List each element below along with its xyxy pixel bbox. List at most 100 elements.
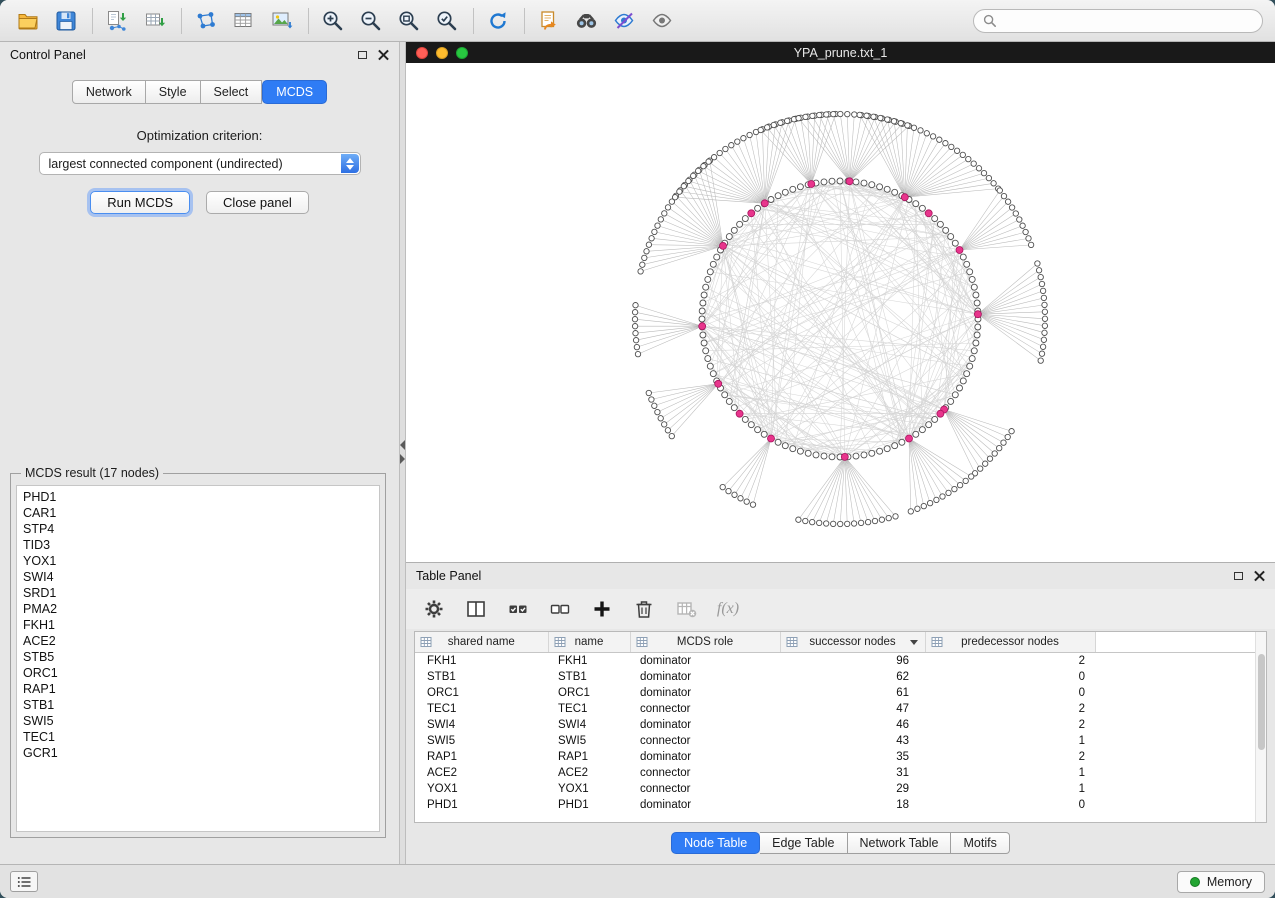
close-panel-icon[interactable]	[1254, 571, 1265, 582]
panel-splitter[interactable]	[399, 42, 406, 864]
criterion-dropdown[interactable]: largest connected component (undirected)	[39, 152, 361, 175]
network-canvas[interactable]	[406, 63, 1275, 562]
column-header-filler	[1095, 632, 1255, 653]
delete-table-icon	[675, 598, 697, 620]
run-mcds-button[interactable]: Run MCDS	[90, 191, 190, 214]
zoom-selected-button[interactable]	[431, 5, 463, 37]
table-row[interactable]: TEC1TEC1connector472	[415, 701, 1255, 717]
column-header-mcds-role[interactable]: MCDS role	[630, 632, 780, 653]
table-row[interactable]: RAP1RAP1dominator352	[415, 749, 1255, 765]
collapse-left-icon[interactable]	[400, 440, 405, 450]
status-menu-button[interactable]	[10, 871, 38, 892]
tab-edge-table[interactable]: Edge Table	[760, 832, 847, 854]
mcds-result-item[interactable]: ORC1	[23, 665, 373, 681]
table-row[interactable]: SWI5SWI5connector431	[415, 733, 1255, 749]
show-graphics-details-button[interactable]	[609, 5, 641, 37]
new-network-button[interactable]	[190, 5, 222, 37]
delete-column-button[interactable]	[632, 597, 656, 621]
table-row[interactable]: YOX1YOX1connector291	[415, 781, 1255, 797]
table-row[interactable]: FKH1FKH1dominator962	[415, 653, 1255, 669]
mcds-result-item[interactable]: FKH1	[23, 617, 373, 633]
memory-button[interactable]: Memory	[1177, 871, 1265, 893]
import-table-button[interactable]	[139, 5, 171, 37]
zoom-fit-button[interactable]	[393, 5, 425, 37]
mcds-result-item[interactable]: STB1	[23, 697, 373, 713]
hide-graphics-details-button[interactable]	[647, 5, 679, 37]
maximize-window-icon[interactable]	[456, 47, 468, 59]
add-column-button[interactable]	[590, 597, 614, 621]
mcds-result-item[interactable]: PMA2	[23, 601, 373, 617]
mcds-result-item[interactable]: STB5	[23, 649, 373, 665]
close-panel-icon[interactable]	[378, 50, 389, 61]
tab-mcds[interactable]: MCDS	[262, 80, 327, 104]
criterion-dropdown-value: largest connected component (undirected)	[49, 157, 283, 171]
search-input[interactable]	[1003, 14, 1253, 28]
column-header-shared-name[interactable]: shared name	[415, 632, 548, 653]
minimize-window-icon[interactable]	[436, 47, 448, 59]
refresh-icon	[486, 9, 510, 33]
mcds-result-item[interactable]: ACE2	[23, 633, 373, 649]
sort-descending-icon[interactable]	[910, 640, 918, 645]
zoom-fit-icon	[397, 9, 421, 33]
mcds-result-item[interactable]: PHD1	[23, 489, 373, 505]
tab-select[interactable]: Select	[201, 80, 263, 104]
refresh-view-button[interactable]	[482, 5, 514, 37]
scrollbar-thumb[interactable]	[1258, 654, 1265, 750]
table-row[interactable]: STB1STB1dominator620	[415, 669, 1255, 685]
network-view-window: YPA_prune.txt_1	[406, 42, 1275, 562]
show-columns-button[interactable]	[464, 597, 488, 621]
table-row[interactable]: SWI4SWI4dominator462	[415, 717, 1255, 733]
column-header-name[interactable]: name	[548, 632, 630, 653]
zoom-in-button[interactable]	[317, 5, 349, 37]
open-folder-icon	[16, 9, 40, 33]
tab-node-table[interactable]: Node Table	[671, 832, 760, 854]
mcds-result-item[interactable]: STP4	[23, 521, 373, 537]
table-row[interactable]: PHD1PHD1dominator180	[415, 797, 1255, 813]
mcds-result-item[interactable]: SWI4	[23, 569, 373, 585]
column-header-successor-nodes[interactable]: successor nodes	[780, 632, 925, 653]
float-window-icon[interactable]	[358, 51, 367, 59]
tab-network-table[interactable]: Network Table	[848, 832, 952, 854]
mcds-result-item[interactable]: TEC1	[23, 729, 373, 745]
collapse-right-icon[interactable]	[400, 454, 405, 464]
select-all-button[interactable]	[506, 597, 530, 621]
import-network-button[interactable]	[101, 5, 133, 37]
mcds-result-item[interactable]: YOX1	[23, 553, 373, 569]
mcds-result-item[interactable]: GCR1	[23, 745, 373, 761]
mcds-result-item[interactable]: SRD1	[23, 585, 373, 601]
main-toolbar	[0, 0, 1275, 42]
tab-network[interactable]: Network	[72, 80, 146, 104]
close-panel-button[interactable]: Close panel	[206, 191, 309, 214]
new-table-button[interactable]	[228, 5, 260, 37]
table-toolbar: f(x)	[406, 589, 1275, 629]
table-panel-titlebar: Table Panel	[406, 563, 1275, 589]
mcds-result-item[interactable]: SWI5	[23, 713, 373, 729]
toolbar-separator	[92, 8, 93, 34]
table-row[interactable]: ACE2ACE2connector311	[415, 765, 1255, 781]
column-settings-button[interactable]	[422, 597, 446, 621]
search-network-button[interactable]	[571, 5, 603, 37]
node-table: shared name name MCDS role successor nod…	[415, 632, 1255, 813]
deselect-all-button[interactable]	[548, 597, 572, 621]
gear-icon	[423, 598, 445, 620]
table-scrollbar[interactable]	[1255, 632, 1266, 822]
tab-motifs[interactable]: Motifs	[951, 832, 1009, 854]
toolbar-separator	[308, 8, 309, 34]
mcds-result-item[interactable]: TID3	[23, 537, 373, 553]
tab-style[interactable]: Style	[146, 80, 201, 104]
application-window: Control Panel Network Style Select MCDS …	[0, 0, 1275, 898]
float-window-icon[interactable]	[1234, 572, 1243, 580]
share-document-button[interactable]	[533, 5, 565, 37]
column-header-predecessor-nodes[interactable]: predecessor nodes	[925, 632, 1095, 653]
export-image-icon	[270, 9, 294, 33]
zoom-out-button[interactable]	[355, 5, 387, 37]
save-session-button[interactable]	[50, 5, 82, 37]
table-row[interactable]: ORC1ORC1dominator610	[415, 685, 1255, 701]
zoom-in-icon	[321, 9, 345, 33]
import-network-icon	[105, 9, 129, 33]
mcds-result-item[interactable]: CAR1	[23, 505, 373, 521]
export-image-button[interactable]	[266, 5, 298, 37]
mcds-result-item[interactable]: RAP1	[23, 681, 373, 697]
open-file-button[interactable]	[12, 5, 44, 37]
close-window-icon[interactable]	[416, 47, 428, 59]
